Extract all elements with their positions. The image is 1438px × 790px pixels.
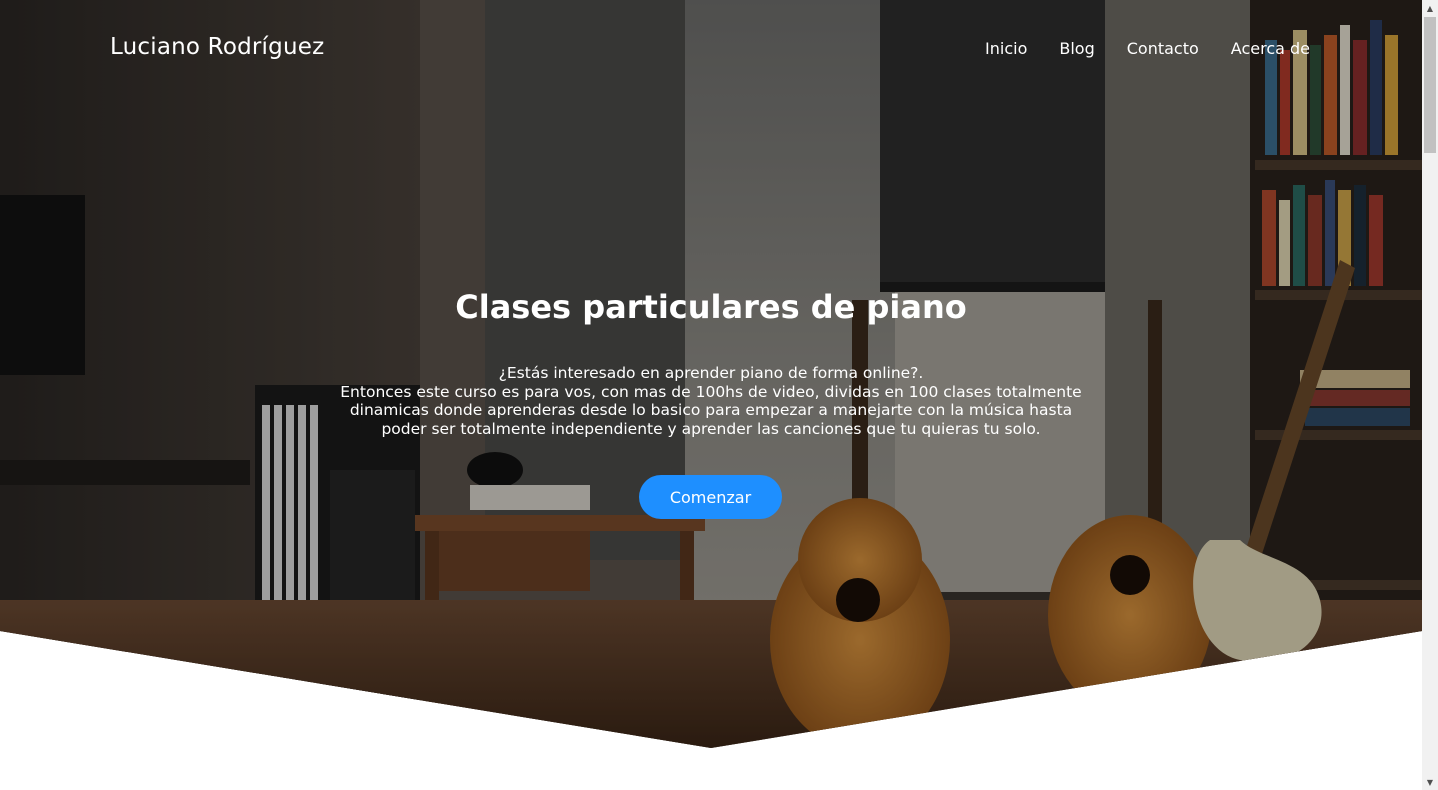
hero-section: Luciano Rodríguez Inicio Blog Contacto A… xyxy=(0,0,1422,748)
hero-title: Clases particulares de piano xyxy=(455,288,967,326)
nav-link-blog[interactable]: Blog xyxy=(1059,39,1094,58)
hero-description-line: ¿Estás interesado en aprender piano de f… xyxy=(498,364,924,382)
hero-description-line: dinamicas donde aprenderas desde lo basi… xyxy=(349,401,1073,419)
hero-description-line: Entonces este curso es para vos, con mas… xyxy=(340,382,1082,401)
hero-description-line: poder ser totalmente independiente y apr… xyxy=(381,419,1041,438)
hero-description: ¿Estás interesado en aprender piano de f… xyxy=(311,364,1111,438)
page-scrollbar[interactable]: ▲ ▼ xyxy=(1422,0,1438,790)
site-brand[interactable]: Luciano Rodríguez xyxy=(110,34,324,60)
page-viewport: Luciano Rodríguez Inicio Blog Contacto A… xyxy=(0,0,1422,790)
nav-link-acerca-de[interactable]: Acerca de xyxy=(1231,39,1310,58)
scrollbar-thumb[interactable] xyxy=(1424,17,1436,153)
nav-link-contacto[interactable]: Contacto xyxy=(1127,39,1199,58)
start-button[interactable]: Comenzar xyxy=(639,475,782,519)
scroll-up-arrow-icon[interactable]: ▲ xyxy=(1422,0,1438,16)
scroll-down-arrow-icon[interactable]: ▼ xyxy=(1422,774,1438,790)
main-nav: Inicio Blog Contacto Acerca de xyxy=(985,39,1310,58)
nav-link-inicio[interactable]: Inicio xyxy=(985,39,1027,58)
